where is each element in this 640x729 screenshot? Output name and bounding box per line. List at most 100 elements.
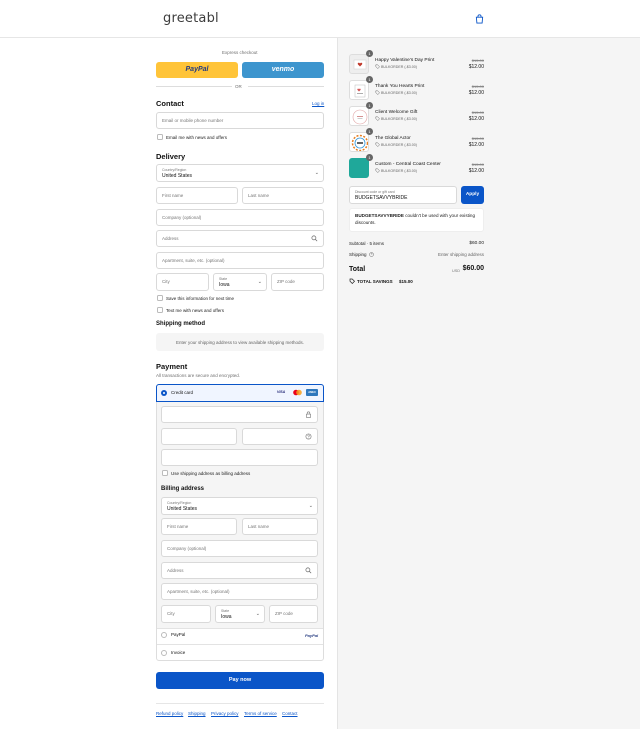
expiration-field[interactable] xyxy=(161,428,237,445)
discount-error-message: BUDGETSAVVYBRIDE couldn't be used with y… xyxy=(349,208,484,232)
email-news-checkbox[interactable] xyxy=(157,134,163,140)
billing-city-field[interactable]: City xyxy=(161,605,211,623)
billing-company-field[interactable]: Company (optional) xyxy=(161,540,318,557)
card-number-field[interactable] xyxy=(161,406,318,423)
address-field[interactable]: Address xyxy=(156,230,324,247)
paypal-radio[interactable] xyxy=(161,632,167,638)
shipping-method-box: Enter your shipping address to view avai… xyxy=(156,333,324,351)
refund-policy-link[interactable]: Refund policy xyxy=(156,711,183,716)
contact-title: Contact xyxy=(156,99,184,108)
product-price: $12.00 xyxy=(468,116,484,122)
billing-apartment-field[interactable]: Apartment, suite, etc. (optional) xyxy=(161,583,318,600)
product-price: $12.00 xyxy=(468,142,484,148)
divider xyxy=(157,644,323,645)
tag-icon xyxy=(375,142,380,147)
product-image xyxy=(351,134,368,151)
discount-code: BULKORDER (-$3.00) xyxy=(381,169,417,173)
name-on-card-field[interactable] xyxy=(161,449,318,466)
billing-zip-field[interactable]: ZIP code xyxy=(269,605,318,623)
help-icon[interactable] xyxy=(305,433,312,440)
product-name: Happy Valentine’s Day Print xyxy=(375,58,435,63)
save-info-label: Save this information for next time xyxy=(166,296,235,301)
amex-icon: AMEX xyxy=(306,389,318,396)
use-shipping-label: Use shipping address as billing address xyxy=(171,471,251,476)
tag-icon xyxy=(375,90,380,95)
discount-code: BULKORDER (-$3.00) xyxy=(381,117,417,121)
paypal-logo: PayPal xyxy=(305,633,319,638)
lock-icon xyxy=(306,411,311,418)
email-field[interactable]: Email or mobile phone number xyxy=(156,112,324,129)
billing-title: Billing address xyxy=(161,486,205,492)
divider xyxy=(157,628,323,629)
contact-link[interactable]: Contact xyxy=(282,711,298,716)
product-thumbnail xyxy=(349,132,369,152)
chevron-down-icon: ⌄ xyxy=(308,503,313,509)
quantity-badge: 1 xyxy=(366,128,373,135)
mastercard-icon xyxy=(293,389,302,396)
discount-code: BULKORDER (-$3.00) xyxy=(381,91,417,95)
chevron-down-icon: ⌄ xyxy=(257,279,262,285)
discount-error-code: BUDGETSAVVYBRIDE xyxy=(355,213,404,218)
tag-icon xyxy=(375,64,380,69)
terms-of-service-link[interactable]: Terms of service xyxy=(244,711,277,716)
last-name-field[interactable]: Last name xyxy=(242,187,324,204)
shipping-method-title: Shipping method xyxy=(156,321,205,327)
credit-card-radio[interactable] xyxy=(161,390,167,396)
company-field[interactable]: Company (optional) xyxy=(156,209,324,226)
billing-state-select[interactable]: State Iowa ⌄ xyxy=(215,605,265,623)
text-me-checkbox[interactable] xyxy=(157,307,163,313)
brand-logo[interactable]: greetabl xyxy=(163,11,219,26)
save-info-checkbox[interactable] xyxy=(157,295,163,301)
city-field[interactable]: City xyxy=(156,273,209,291)
info-icon[interactable] xyxy=(369,252,374,257)
invoice-radio[interactable] xyxy=(161,650,167,656)
apply-button[interactable]: Apply xyxy=(461,186,484,204)
product-name: Client Welcome Gift xyxy=(375,110,418,115)
first-name-field[interactable]: First name xyxy=(156,187,238,204)
apartment-field[interactable]: Apartment, suite, etc. (optional) xyxy=(156,252,324,269)
use-shipping-checkbox[interactable] xyxy=(162,470,168,476)
delivery-title: Delivery xyxy=(156,152,186,161)
paypal-option-label: PayPal xyxy=(171,632,186,637)
venmo-express-button[interactable]: venmo xyxy=(242,62,324,78)
order-summary xyxy=(337,38,640,729)
compare-price: $15.00 xyxy=(471,84,484,89)
total-value: $60.00 xyxy=(462,265,484,272)
search-icon xyxy=(311,235,318,242)
privacy-policy-link[interactable]: Privacy policy xyxy=(211,711,239,716)
compare-price: $15.00 xyxy=(471,136,484,141)
shopping-bag-icon[interactable] xyxy=(475,14,484,24)
credit-card-label: Credit card xyxy=(171,390,194,395)
security-code-field[interactable] xyxy=(242,428,318,445)
tag-icon xyxy=(375,168,380,173)
product-name: The Global Actor xyxy=(375,136,411,141)
billing-last-name-field[interactable]: Last name xyxy=(242,518,318,535)
chevron-down-icon: ⌄ xyxy=(314,170,319,176)
pay-now-button[interactable]: Pay now xyxy=(156,672,324,689)
zip-field[interactable]: ZIP code xyxy=(271,273,324,291)
search-icon xyxy=(305,567,312,574)
shipping-link[interactable]: Shipping xyxy=(188,711,206,716)
product-image xyxy=(354,84,366,98)
subtotal-label: Subtotal · 5 items xyxy=(349,241,385,246)
discount-code-field[interactable]: Discount code or gift card BUDGETSAVVYBR… xyxy=(349,186,457,204)
country-select[interactable]: Country/Region United States ⌄ xyxy=(156,164,324,182)
paypal-express-button[interactable]: PayPal xyxy=(156,62,238,78)
shipping-value: Enter shipping address xyxy=(437,252,484,257)
quantity-badge: 1 xyxy=(366,50,373,57)
billing-country-select[interactable]: Country/Region United States ⌄ xyxy=(161,497,318,515)
state-select[interactable]: State Iowa ⌄ xyxy=(213,273,267,291)
express-checkout-label: Express checkout xyxy=(222,50,258,55)
compare-price: $15.00 xyxy=(471,162,484,167)
invoice-option-label: Invoice xyxy=(171,650,186,655)
header: greetabl xyxy=(0,0,640,38)
billing-address-field[interactable]: Address xyxy=(161,562,318,579)
product-name: Custom - Central Coast Center xyxy=(375,162,441,167)
product-price: $12.00 xyxy=(468,64,484,70)
venmo-logo: venmo xyxy=(271,66,295,73)
login-link[interactable]: Log in xyxy=(312,101,324,106)
quantity-badge: 1 xyxy=(366,102,373,109)
billing-first-name-field[interactable]: First name xyxy=(161,518,237,535)
text-me-label: Text me with news and offers xyxy=(166,308,224,313)
payment-title: Payment xyxy=(156,362,188,371)
